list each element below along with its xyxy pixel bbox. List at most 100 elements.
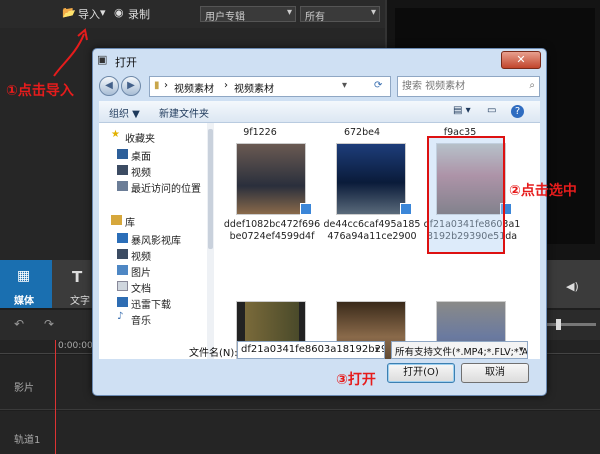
nav-baofeng[interactable]: 暴风影视库 <box>105 231 220 247</box>
nav-libraries[interactable]: 库 <box>99 213 214 229</box>
dialog-title: 打开 <box>115 56 137 69</box>
filter-select[interactable]: 所有 <box>300 6 380 23</box>
dialog-titlebar[interactable]: ▣ 打开 ✕ <box>93 49 546 73</box>
folder-icon: ▮ <box>154 80 160 91</box>
audio-track-label: 轨道1 <box>14 435 41 446</box>
filename-input[interactable]: df21a0341fe8603a18192b2939 <box>237 341 385 359</box>
chevron-right-icon: › <box>224 80 228 91</box>
text-icon: T <box>72 268 83 286</box>
download-folder-icon <box>117 297 128 307</box>
nav-music-label: 音乐 <box>131 316 151 327</box>
video-track-label: 影片 <box>14 383 34 394</box>
search-box[interactable]: ⌕ <box>397 76 540 97</box>
music-icon: ♪ <box>117 311 124 322</box>
recent-places-icon <box>117 181 128 191</box>
step1-annotation: ①点击导入 <box>6 83 74 99</box>
nav-music[interactable]: ♪ 音乐 <box>105 311 220 327</box>
nav-scroll-thumb[interactable] <box>208 129 213 249</box>
nav-pictures-label: 图片 <box>131 268 151 279</box>
new-folder-button[interactable]: 新建文件夹 <box>159 105 209 120</box>
app-icon: ▣ <box>97 53 108 66</box>
refresh-icon[interactable]: ⟳ <box>374 80 382 91</box>
tab-media[interactable]: ▦ 媒体 <box>0 260 52 308</box>
address-bar[interactable]: ▮ › 视频素材 › 视频素材 ▾ ⟳ <box>149 76 391 97</box>
view-options-icon[interactable]: ▤ ▾ <box>453 105 471 116</box>
library-icon <box>111 215 122 225</box>
zoom-slider-handle[interactable] <box>556 319 561 330</box>
filetype-select[interactable]: 所有支持文件(*.MP4;*.FLV;*.AV <box>391 341 528 359</box>
help-icon[interactable]: ? <box>511 105 524 118</box>
tab-text-label: 文字 <box>70 296 90 307</box>
nav-favorites[interactable]: ★ 收藏夹 <box>99 129 214 145</box>
import-button[interactable]: 导入 <box>78 6 100 22</box>
file-name[interactable]: 9f1226 <box>214 127 310 139</box>
folder-icon: 📂 <box>62 6 76 19</box>
audio-track[interactable]: 轨道1 <box>0 411 600 454</box>
nav-lib-videos-label: 视频 <box>131 252 151 263</box>
video-thumbnail[interactable] <box>236 143 306 215</box>
chevron-down-icon[interactable]: ▾ <box>342 80 347 91</box>
pictures-icon <box>117 265 128 275</box>
volume-icon[interactable]: ◀) <box>566 280 600 294</box>
step3-annotation: ③打开 <box>336 372 376 388</box>
file-name[interactable]: ddef1082bc472f696be0724ef4599d4f <box>222 219 322 243</box>
media-icon: ▦ <box>17 268 31 284</box>
nav-videos[interactable]: 视频 <box>105 163 220 179</box>
dialog-toolbar: 组织 ▼ 新建文件夹 ▤ ▾ ▭ ? <box>99 101 540 123</box>
zoom-slider[interactable] <box>540 319 596 330</box>
nav-documents-label: 文档 <box>131 284 151 295</box>
nav-recent-label: 最近访问的位置 <box>131 184 201 195</box>
step1-arrow <box>53 28 88 77</box>
preview-pane-icon[interactable]: ▭ <box>487 105 496 116</box>
nav-xunlei-label: 迅雷下载 <box>131 300 171 311</box>
file-name[interactable]: de44cc6caf495a185476a94a11ce2900 <box>322 219 422 243</box>
video-folder-icon <box>117 165 128 175</box>
nav-desktop[interactable]: 桌面 <box>105 147 220 163</box>
nav-favorites-label: 收藏夹 <box>125 134 155 145</box>
video-thumbnail[interactable] <box>336 143 406 215</box>
search-input[interactable] <box>398 77 518 96</box>
breadcrumb-item[interactable]: 视频素材 <box>174 80 214 95</box>
forward-icon: ▶ <box>127 80 135 91</box>
library-folder-icon <box>117 233 128 243</box>
star-icon: ★ <box>111 129 120 140</box>
video-file-icon <box>300 203 312 215</box>
organize-button[interactable]: 组织 ▼ <box>109 105 140 120</box>
chevron-right-icon: › <box>164 80 168 91</box>
documents-icon <box>117 281 128 291</box>
file-name[interactable]: 672be4 <box>312 127 412 139</box>
nav-documents[interactable]: 文档 <box>105 279 220 295</box>
search-icon[interactable]: ⌕ <box>529 80 535 91</box>
nav-lib-videos[interactable]: 视频 <box>105 247 220 263</box>
open-button[interactable]: 打开(O) <box>387 363 455 383</box>
address-row: ◀ ▶ ▮ › 视频素材 › 视频素材 ▾ ⟳ ⌕ <box>99 76 540 98</box>
desktop-icon <box>117 149 128 159</box>
filename-dropdown-icon[interactable]: ▾ <box>375 345 380 355</box>
import-dropdown-icon[interactable]: ▾ <box>100 6 106 19</box>
nav-recent-places[interactable]: 最近访问的位置 <box>105 179 220 195</box>
navigation-pane: ★ 收藏夹 桌面 视频 最近访问的位置 库 暴风影视库 视频 图片 文档 迅雷下… <box>99 123 214 359</box>
forward-button[interactable]: ▶ <box>121 76 141 96</box>
nav-scrollbar[interactable] <box>207 123 214 359</box>
filetype-dropdown-icon[interactable]: ▾ <box>519 345 524 355</box>
redo-icon[interactable]: ↷ <box>44 317 54 331</box>
back-button[interactable]: ◀ <box>99 76 119 96</box>
undo-icon[interactable]: ↶ <box>14 317 24 331</box>
filename-label: 文件名(N): <box>189 348 238 359</box>
tab-media-label: 媒体 <box>14 296 34 307</box>
cancel-button[interactable]: 取消 <box>461 363 529 383</box>
category-select[interactable]: 用户专辑 <box>200 6 296 23</box>
video-folder-icon <box>117 249 128 259</box>
record-button[interactable]: 录制 <box>128 6 150 22</box>
back-icon: ◀ <box>105 80 113 91</box>
close-button[interactable]: ✕ <box>501 51 541 69</box>
nav-xunlei[interactable]: 迅雷下载 <box>105 295 220 311</box>
nav-desktop-label: 桌面 <box>131 152 151 163</box>
nav-libraries-label: 库 <box>125 218 135 229</box>
video-file-icon <box>400 203 412 215</box>
breadcrumb-item[interactable]: 视频素材 <box>234 80 274 95</box>
nav-pictures[interactable]: 图片 <box>105 263 220 279</box>
playhead[interactable] <box>55 340 56 454</box>
selected-file-highlight <box>427 136 505 254</box>
nav-baofeng-label: 暴风影视库 <box>131 236 181 247</box>
